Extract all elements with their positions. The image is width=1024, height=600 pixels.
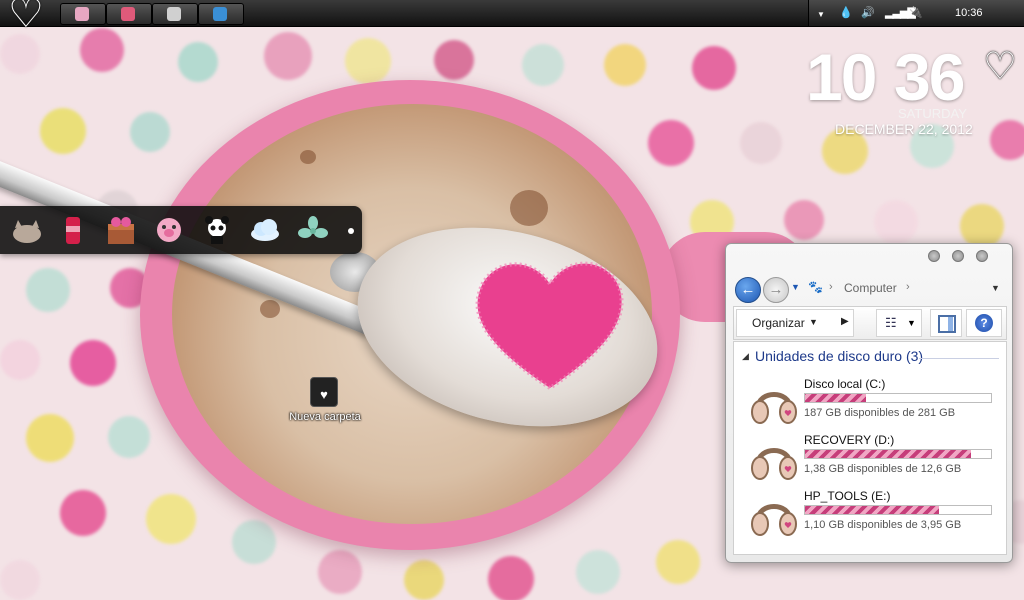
felt-heart <box>475 261 624 391</box>
view-button[interactable]: ☷ ▼ <box>876 309 922 337</box>
heart-icon: ♡ <box>983 46 1018 88</box>
chevron-down-icon: ▼ <box>907 318 916 328</box>
chevron-right-icon[interactable]: ▶ <box>841 316 849 327</box>
clock-day: SATURDAY <box>898 106 967 121</box>
clock-minute: 36 <box>894 40 965 114</box>
drive-item-e[interactable]: HP_TOOLS (E:) 1,10 GB disponibles de 3,9… <box>750 489 1000 541</box>
folder-label[interactable]: Nueva carpeta <box>283 411 367 423</box>
collapse-arrow-icon[interactable]: ◢ <box>742 351 749 362</box>
forward-button[interactable]: → <box>763 277 789 303</box>
headphones-drive-icon <box>751 392 797 424</box>
close-button[interactable] <box>976 250 988 262</box>
cloud-icon[interactable] <box>248 214 282 246</box>
preview-pane-button[interactable] <box>930 309 962 337</box>
organize-button[interactable]: Organizar ▼ ▶ <box>736 309 854 337</box>
maximize-button[interactable] <box>952 250 964 262</box>
pig-icon[interactable] <box>152 214 186 246</box>
drive-name: RECOVERY (D:) <box>804 433 895 447</box>
help-button[interactable]: ? <box>966 309 1002 337</box>
system-tray: ▼ 💧 🔊 ▂▃▅▇ 🔌 <box>808 0 1024 26</box>
command-bar: Organizar ▼ ▶ ☷ ▼ ? <box>733 306 1007 340</box>
taskbar-app-4[interactable] <box>198 3 244 25</box>
cat-icon[interactable] <box>10 214 44 246</box>
dock <box>0 206 362 254</box>
drive-name: Disco local (C:) <box>804 377 886 391</box>
group-divider <box>919 358 999 359</box>
panda-icon[interactable] <box>200 214 234 246</box>
power-icon[interactable]: 🔌 <box>909 6 923 20</box>
preview-pane-icon <box>938 315 956 333</box>
soda-can-icon[interactable] <box>56 214 90 246</box>
content-pane: ◢ Unidades de disco duro (3) Disco local… <box>733 341 1007 555</box>
minimize-button[interactable] <box>928 250 940 262</box>
start-heart-icon[interactable]: ♡ <box>8 0 44 34</box>
clock-widget: 10 36 ♡ SATURDAY DECEMBER 22, 2012 <box>800 44 1024 144</box>
chevron-up-icon[interactable]: ▼ <box>817 8 825 22</box>
dock-indicator[interactable] <box>348 228 354 234</box>
clock-date: DECEMBER 22, 2012 <box>835 121 973 137</box>
drop-icon[interactable]: 💧 <box>839 6 853 20</box>
folder-icon[interactable]: ♥ <box>310 377 338 407</box>
explorer-window: ← → ▼ 🐾 › Computer › ▼ Organizar ▼ ▶ ☷ ▼… <box>725 243 1013 563</box>
taskbar-app-2[interactable] <box>106 3 152 25</box>
computer-location-icon: 🐾 <box>808 280 823 294</box>
chevron-right-icon[interactable]: › <box>906 281 910 293</box>
chevron-down-icon: ▼ <box>809 317 818 327</box>
volume-icon[interactable]: 🔊 <box>861 6 875 20</box>
view-options-icon: ☷ <box>885 315 897 330</box>
drive-free-space: 1,38 GB disponibles de 12,6 GB <box>804 463 962 475</box>
headphones-drive-icon <box>751 448 797 480</box>
group-title[interactable]: Unidades de disco duro (3) <box>755 348 923 364</box>
gift-box-icon[interactable] <box>104 214 138 246</box>
drive-usage-bar <box>804 393 992 403</box>
history-dropdown[interactable]: ▼ <box>791 282 800 292</box>
drive-free-space: 187 GB disponibles de 281 GB <box>804 407 956 419</box>
address-dropdown[interactable]: ▼ <box>991 283 1000 293</box>
drive-item-d[interactable]: RECOVERY (D:) 1,38 GB disponibles de 12,… <box>750 433 1000 485</box>
clock-hour: 10 <box>806 40 877 114</box>
taskbar-clock[interactable]: 10:36 <box>955 7 983 19</box>
back-button[interactable]: ← <box>735 277 761 303</box>
drive-item-c[interactable]: Disco local (C:) 187 GB disponibles de 2… <box>750 377 1000 429</box>
taskbar-app-1[interactable] <box>60 3 106 25</box>
taskbar: ♡ ▼ 💧 🔊 ▂▃▅▇ 🔌 10:36 <box>0 0 1024 34</box>
chevron-right-icon[interactable]: › <box>829 281 833 293</box>
drive-usage-bar <box>804 449 992 459</box>
drive-free-space: 1,10 GB disponibles de 3,95 GB <box>804 519 962 531</box>
drive-usage-bar <box>804 505 992 515</box>
headphones-drive-icon <box>751 504 797 536</box>
organize-label: Organizar <box>752 316 805 330</box>
taskbar-app-3[interactable] <box>152 3 198 25</box>
address-bar[interactable]: Computer <box>844 281 897 295</box>
help-icon: ? <box>975 314 993 332</box>
flower-icon[interactable] <box>296 214 330 246</box>
drive-name: HP_TOOLS (E:) <box>804 489 891 503</box>
